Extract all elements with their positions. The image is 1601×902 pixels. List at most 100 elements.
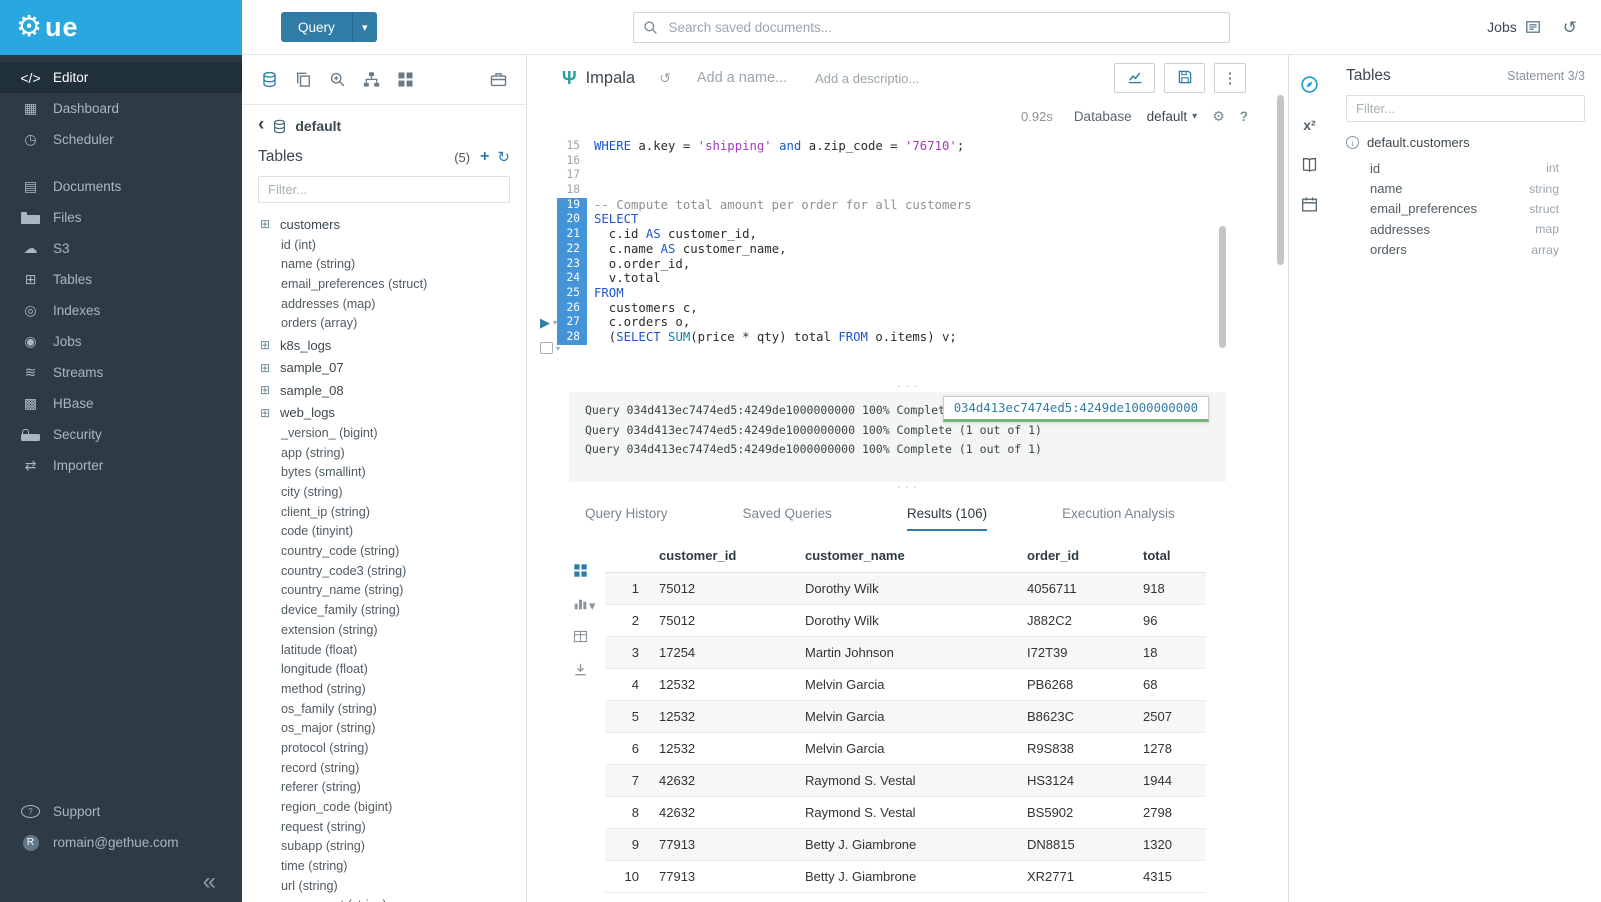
column-item[interactable]: method (string) (258, 680, 510, 700)
column-item[interactable]: protocol (string) (258, 739, 510, 759)
resize-handle-bottom[interactable] (527, 482, 1288, 493)
collapse-sidebar-button[interactable]: « (203, 870, 216, 894)
table-item-customers[interactable]: ⊞customers (258, 213, 510, 236)
database-select[interactable]: default ▾ (1147, 109, 1198, 124)
table-item-sample-08[interactable]: ⊞sample_08 (258, 379, 510, 402)
table-filter-input[interactable] (258, 176, 510, 203)
tab-query-history[interactable]: Query History (585, 506, 668, 531)
column-item[interactable]: device_family (string) (258, 601, 510, 621)
sidebar-item-documents[interactable]: ▤Documents (0, 171, 242, 202)
history-button[interactable]: ↺ (1563, 19, 1577, 36)
column-item[interactable]: bytes (smallint) (258, 463, 510, 483)
query-name-input[interactable]: Add a name... (697, 70, 787, 86)
query-description-input[interactable]: Add a descriptio... (815, 71, 919, 86)
tab-execution-analysis[interactable]: Execution Analysis (1062, 506, 1175, 531)
column-item-addresses[interactable]: addressesmap (1346, 219, 1585, 239)
right-filter-input[interactable] (1346, 95, 1585, 122)
sidebar-item-importer[interactable]: ⇄Importer (0, 450, 242, 481)
sitemap-button[interactable] (363, 71, 380, 88)
execute-button[interactable]: ▶▾ (540, 316, 574, 329)
column-item[interactable]: record (string) (258, 759, 510, 779)
column-item[interactable]: subapp (string) (258, 837, 510, 857)
column-item[interactable]: url (string) (258, 877, 510, 897)
sidebar-item-files[interactable]: Files (0, 202, 242, 233)
column-item-id[interactable]: idint (1346, 158, 1585, 178)
sidebar-item-streams[interactable]: ≋Streams (0, 357, 242, 388)
column-item[interactable]: country_code (string) (258, 542, 510, 562)
new-query-button[interactable]: Query ▾ (281, 12, 377, 42)
column-item[interactable]: os_major (string) (258, 719, 510, 739)
sidebar-item-support[interactable]: Support (0, 796, 242, 827)
column-item[interactable]: region_code (bigint) (258, 798, 510, 818)
code-area[interactable]: 15WHERE a.key = 'shipping' and a.zip_cod… (557, 139, 1288, 345)
resize-handle-top[interactable] (527, 381, 1288, 392)
briefcase-button[interactable] (490, 71, 507, 88)
table-item-web-logs[interactable]: ⊞web_logs (258, 401, 510, 424)
jobs-button[interactable]: Jobs (1487, 19, 1541, 35)
column-item[interactable]: city (string) (258, 483, 510, 503)
settings-button[interactable]: ⚙ (1212, 108, 1225, 125)
column-item[interactable]: app (string) (258, 444, 510, 464)
sidebar-item-security[interactable]: Security (0, 419, 242, 450)
chart-button[interactable] (1114, 63, 1155, 93)
column-item[interactable]: request (string) (258, 818, 510, 838)
column-item[interactable]: referer (string) (258, 778, 510, 798)
grid-button[interactable] (397, 71, 414, 88)
column-item[interactable]: user_agent (string) (258, 896, 510, 902)
column-item-orders[interactable]: ordersarray (1346, 240, 1585, 260)
column-item[interactable]: id (int) (258, 236, 510, 256)
hue-logo[interactable]: ⚙ ue (0, 0, 242, 55)
sidebar-item-dashboard[interactable]: ▦Dashboard (0, 93, 242, 124)
editor-scrollbar[interactable] (1219, 226, 1226, 348)
sidebar-item-jobs[interactable]: ◉Jobs (0, 326, 242, 357)
back-button[interactable]: ‹ (258, 115, 264, 134)
table-item-sample-07[interactable]: ⊞sample_07 (258, 356, 510, 379)
save-button[interactable] (1164, 63, 1205, 93)
column-item[interactable]: _version_ (bigint) (258, 424, 510, 444)
copy-button[interactable] (295, 71, 312, 88)
column-item[interactable]: extension (string) (258, 621, 510, 641)
column-item[interactable]: name (string) (258, 255, 510, 275)
column-item[interactable]: orders (array) (258, 314, 510, 334)
calendar-button[interactable] (1301, 196, 1318, 213)
column-item[interactable]: country_code3 (string) (258, 562, 510, 582)
sidebar-item-editor[interactable]: </>Editor (0, 62, 242, 93)
download-button[interactable] (573, 662, 605, 680)
column-item[interactable]: email_preferences (struct) (258, 275, 510, 295)
column-item-name[interactable]: namestring (1346, 178, 1585, 198)
column-item[interactable]: code (tinyint) (258, 522, 510, 542)
create-table-button[interactable]: + (480, 149, 489, 165)
code-editor[interactable]: ▶▾ ▾ 15WHERE a.key = 'shipping' and a.zi… (527, 131, 1288, 381)
search-input[interactable] (633, 12, 1230, 43)
column-item[interactable]: addresses (map) (258, 295, 510, 315)
query-type-dropdown[interactable]: ▾ (352, 12, 377, 42)
column-item[interactable]: longitude (float) (258, 660, 510, 680)
column-item[interactable]: latitude (float) (258, 641, 510, 661)
refresh-tables-button[interactable]: ↻ (497, 150, 510, 165)
zoom-in-button[interactable] (329, 71, 346, 88)
column-item[interactable]: os_family (string) (258, 700, 510, 720)
book-button[interactable] (1301, 156, 1318, 173)
insert-at-cursor-button[interactable]: ▾ (540, 342, 574, 354)
sidebar-item-indexes[interactable]: ◎Indexes (0, 295, 242, 326)
columns-button[interactable] (573, 629, 605, 647)
grid-button[interactable] (573, 563, 605, 581)
sidebar-item-hbase[interactable]: ▩HBase (0, 388, 242, 419)
column-item[interactable]: country_name (string) (258, 581, 510, 601)
help-button[interactable]: ? (1240, 109, 1248, 124)
reload-session-button[interactable]: ↺ (659, 70, 671, 87)
breadcrumb-database[interactable]: default (295, 118, 341, 134)
table-item-k8s-logs[interactable]: ⊞k8s_logs (258, 334, 510, 357)
column-item-email-preferences[interactable]: email_preferencesstruct (1346, 199, 1585, 219)
tab-saved-queries[interactable]: Saved Queries (743, 506, 832, 531)
compass-button[interactable] (1300, 75, 1319, 94)
main-scrollbar[interactable] (1277, 95, 1284, 265)
active-table-link[interactable]: default.customers (1367, 135, 1470, 150)
column-item[interactable]: time (string) (258, 857, 510, 877)
query-id-popup[interactable]: 034d413ec7474ed5:4249de1000000000 (943, 396, 1209, 422)
more-actions-button[interactable]: ⋮ (1214, 63, 1246, 93)
column-item[interactable]: client_ip (string) (258, 503, 510, 523)
superscript-button[interactable]: x² (1303, 117, 1315, 133)
tab-results-106[interactable]: Results (106) (907, 506, 987, 531)
data-source-button[interactable] (261, 71, 278, 88)
